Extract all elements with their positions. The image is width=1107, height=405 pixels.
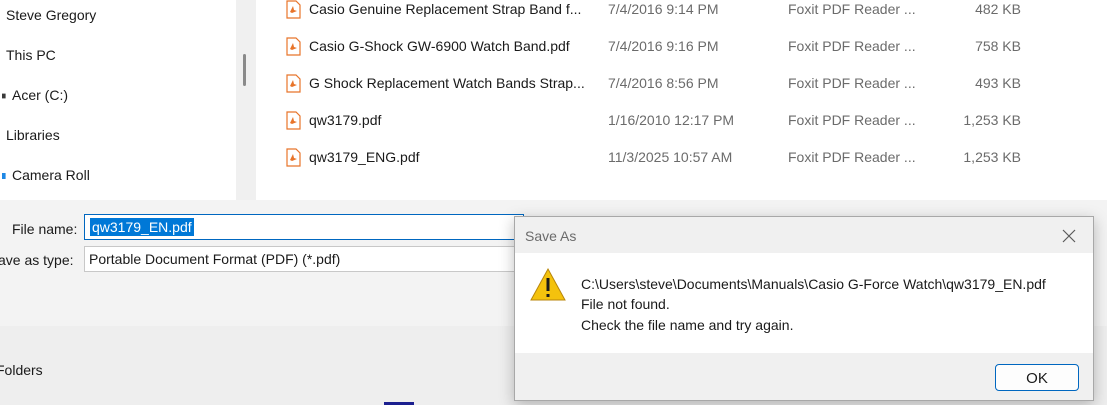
file-name: Casio Genuine Replacement Strap Band f..… xyxy=(309,1,582,17)
file-type: Foxit PDF Reader ... xyxy=(788,1,916,17)
pdf-file-icon xyxy=(286,0,301,19)
file-size: 1,253 KB xyxy=(963,112,1021,128)
error-path-text: C:\Users\steve\Documents\Manuals\Casio G… xyxy=(581,276,1046,292)
file-date: 11/3/2025 10:57 AM xyxy=(608,149,733,165)
file-type: Foxit PDF Reader ... xyxy=(788,112,916,128)
nav-item-libraries[interactable]: Libraries xyxy=(6,124,60,146)
dialog-body: C:\Users\steve\Documents\Manuals\Casio G… xyxy=(515,253,1093,353)
file-name-label: File name: xyxy=(12,221,78,237)
save-type-label: ave as type: xyxy=(0,252,74,268)
nav-item-this-pc[interactable]: This PC xyxy=(6,44,56,66)
drive-icon xyxy=(2,93,6,99)
pdf-file-icon xyxy=(286,37,301,56)
warning-icon xyxy=(530,267,566,301)
file-size: 758 KB xyxy=(975,38,1021,54)
pdf-file-icon xyxy=(286,111,301,130)
nav-item-camera-roll[interactable]: Camera Roll xyxy=(2,164,90,186)
file-row[interactable]: qw3179.pdf 1/16/2010 12:17 PM Foxit PDF … xyxy=(256,109,1107,135)
file-type: Foxit PDF Reader ... xyxy=(788,149,916,165)
navigation-pane: Steve Gregory This PC Acer (C:) Librarie… xyxy=(0,0,236,200)
file-type: Foxit PDF Reader ... xyxy=(788,75,916,91)
dialog-title: Save As xyxy=(525,228,577,244)
file-row[interactable]: qw3179_ENG.pdf 11/3/2025 10:57 AM Foxit … xyxy=(256,146,1107,172)
save-type-value: Portable Document Format (PDF) (*.pdf) xyxy=(89,251,341,267)
nav-item-drive[interactable]: Acer (C:) xyxy=(2,84,68,106)
save-type-select[interactable]: Portable Document Format (PDF) (*.pdf) xyxy=(84,246,524,272)
file-date: 7/4/2016 8:56 PM xyxy=(608,75,719,91)
file-name: qw3179_ENG.pdf xyxy=(309,149,420,165)
file-size: 493 KB xyxy=(975,75,1021,91)
nav-item-label: This PC xyxy=(6,47,56,63)
error-message-text: File not found. xyxy=(581,296,670,312)
nav-item-label: Camera Roll xyxy=(12,167,90,183)
pdf-file-icon xyxy=(286,148,301,167)
nav-scrollbar-thumb[interactable] xyxy=(243,54,246,86)
file-name-selected-text: qw3179_EN.pdf xyxy=(90,218,194,236)
file-date: 7/4/2016 9:16 PM xyxy=(608,38,719,54)
file-name: G Shock Replacement Watch Bands Strap... xyxy=(309,75,585,91)
nav-item-label: Libraries xyxy=(6,127,60,143)
file-row[interactable]: Casio Genuine Replacement Strap Band f..… xyxy=(256,0,1107,24)
nav-item-label: Acer (C:) xyxy=(12,87,68,103)
file-size: 1,253 KB xyxy=(963,149,1021,165)
file-name-input[interactable]: qw3179_EN.pdf xyxy=(84,214,524,240)
file-name: qw3179.pdf xyxy=(309,112,382,128)
file-row[interactable]: Casio G-Shock GW-6900 Watch Band.pdf 7/4… xyxy=(256,35,1107,61)
nav-item-label: Steve Gregory xyxy=(6,7,97,23)
file-date: 7/4/2016 9:14 PM xyxy=(608,1,719,17)
file-size: 482 KB xyxy=(975,1,1021,17)
folder-icon xyxy=(2,173,6,180)
save-as-error-dialog: Save As C:\Users\steve\Documents\Manuals… xyxy=(514,216,1094,401)
file-date: 1/16/2010 12:17 PM xyxy=(608,112,735,128)
nav-scrollbar-track[interactable] xyxy=(236,0,256,200)
pdf-file-icon xyxy=(286,74,301,93)
ok-button[interactable]: OK xyxy=(995,364,1079,391)
file-list: Casio Genuine Replacement Strap Band f..… xyxy=(256,0,1107,200)
error-hint-text: Check the file name and try again. xyxy=(581,317,794,333)
file-row[interactable]: G Shock Replacement Watch Bands Strap...… xyxy=(256,72,1107,98)
file-name: Casio G-Shock GW-6900 Watch Band.pdf xyxy=(309,38,570,54)
file-type: Foxit PDF Reader ... xyxy=(788,38,916,54)
nav-item-user[interactable]: Steve Gregory xyxy=(6,4,96,26)
close-icon[interactable] xyxy=(1055,223,1083,249)
hide-folders-toggle[interactable]: Folders xyxy=(0,362,43,378)
